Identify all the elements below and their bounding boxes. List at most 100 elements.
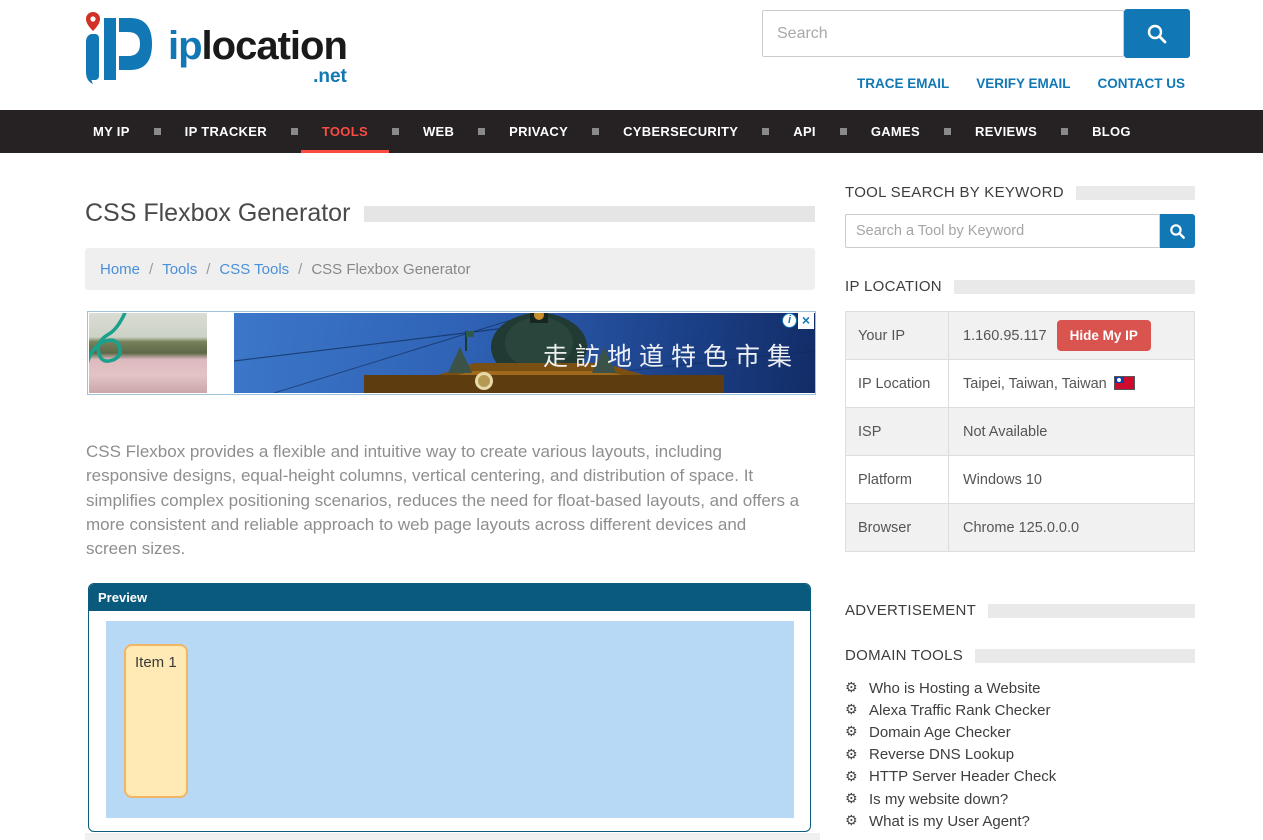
table-row: Platform Windows 10 bbox=[846, 456, 1195, 504]
table-row: Your IP1.160.95.117Hide My IP bbox=[846, 312, 1195, 360]
header-link-trace-email[interactable]: TRACE EMAIL bbox=[857, 76, 949, 91]
tool-search bbox=[845, 214, 1195, 248]
domain-tool-label: Domain Age Checker bbox=[869, 724, 1011, 741]
tool-search-button[interactable] bbox=[1160, 214, 1195, 248]
logo-ip-icon bbox=[78, 10, 164, 88]
breadcrumb-current: CSS Flexbox Generator bbox=[311, 261, 470, 278]
ad-icons: i × bbox=[782, 313, 814, 329]
domain-tool-label: Who is Hosting a Website bbox=[869, 680, 1040, 697]
nav-item-games[interactable]: GAMES bbox=[860, 110, 931, 153]
nav-separator bbox=[944, 128, 951, 135]
nav-item-ip-tracker[interactable]: IP TRACKER bbox=[174, 110, 278, 153]
domain-tool-alexa-traffic-rank-checker[interactable]: ⚙Alexa Traffic Rank Checker bbox=[845, 699, 1195, 721]
breadcrumb-link-home[interactable]: Home bbox=[100, 261, 140, 278]
domain-tool-label: Reverse DNS Lookup bbox=[869, 746, 1014, 763]
ad-image-right[interactable]: 走訪地道特色市集 bbox=[234, 313, 815, 393]
ip-row-label: Browser bbox=[846, 504, 949, 552]
nav-item-blog[interactable]: BLOG bbox=[1081, 110, 1142, 153]
ip-value-text: Taipei, Taiwan, Taiwan bbox=[963, 376, 1107, 392]
domain-tool-domain-age-checker[interactable]: ⚙Domain Age Checker bbox=[845, 721, 1195, 743]
nav-separator bbox=[291, 128, 298, 135]
ip-value-text: Windows 10 bbox=[963, 472, 1042, 488]
ip-value-text: Not Available bbox=[963, 424, 1047, 440]
breadcrumb-separator: / bbox=[149, 261, 153, 278]
logo-text-ip: ip bbox=[168, 24, 202, 68]
main-nav: MY IP IP TRACKER TOOLS WEB PRIVACY CYBERSECUR… bbox=[0, 110, 1263, 153]
logo-text-location: location bbox=[202, 24, 347, 68]
nav-separator bbox=[840, 128, 847, 135]
header-search bbox=[762, 10, 1190, 58]
ip-row-value: Chrome 125.0.0.0 bbox=[949, 504, 1195, 552]
ip-value-text: Chrome 125.0.0.0 bbox=[963, 520, 1079, 536]
ip-row-label: Platform bbox=[846, 456, 949, 504]
header-link-verify-email[interactable]: VERIFY EMAIL bbox=[976, 76, 1070, 91]
nav-item-api[interactable]: API bbox=[782, 110, 827, 153]
domain-tool-is-my-website-down[interactable]: ⚙Is my website down? bbox=[845, 788, 1195, 810]
header-search-input[interactable] bbox=[762, 10, 1124, 57]
nav-separator bbox=[478, 128, 485, 135]
taiwan-flag-icon bbox=[1115, 377, 1134, 389]
ad-info-icon[interactable]: i bbox=[782, 313, 797, 328]
domain-tools-list: ⚙Who is Hosting a Website⚙Alexa Traffic … bbox=[845, 677, 1195, 832]
header-search-button[interactable] bbox=[1124, 9, 1190, 58]
heading-decorative-bar bbox=[988, 604, 1195, 618]
ip-row-label: Your IP bbox=[846, 312, 949, 360]
nav-item-privacy[interactable]: PRIVACY bbox=[498, 110, 579, 153]
gear-icon: ⚙ bbox=[845, 680, 869, 696]
nav-item-reviews[interactable]: REVIEWS bbox=[964, 110, 1048, 153]
header-links: TRACE EMAIL VERIFY EMAIL CONTACT US bbox=[857, 76, 1185, 91]
ad-image-left[interactable] bbox=[89, 313, 207, 393]
nav-item-cybersecurity[interactable]: CYBERSECURITY bbox=[612, 110, 749, 153]
ad-close-icon[interactable]: × bbox=[798, 313, 814, 329]
domain-tool-label: What is my User Agent? bbox=[869, 813, 1030, 830]
nav-separator bbox=[762, 128, 769, 135]
flex-item-1: Item 1 bbox=[124, 644, 188, 798]
heading-decorative-bar bbox=[954, 280, 1195, 294]
breadcrumb: Home / Tools / CSS Tools / CSS Flexbox Generat… bbox=[85, 248, 815, 290]
domain-tool-who-is-hosting-a-website[interactable]: ⚙Who is Hosting a Website bbox=[845, 677, 1195, 699]
domain-tool-http-server-header-check[interactable]: ⚙HTTP Server Header Check bbox=[845, 766, 1195, 788]
gear-icon: ⚙ bbox=[845, 791, 869, 807]
nav-separator bbox=[1061, 128, 1068, 135]
header-link-contact-us[interactable]: CONTACT US bbox=[1098, 76, 1186, 91]
hide-my-ip-button[interactable]: Hide My IP bbox=[1057, 320, 1151, 351]
breadcrumb-link-tools[interactable]: Tools bbox=[162, 261, 197, 278]
gear-icon: ⚙ bbox=[845, 813, 869, 829]
heading-domain-tools: DOMAIN TOOLS bbox=[845, 647, 1195, 664]
nav-separator bbox=[392, 128, 399, 135]
heading-domain-tools-label: DOMAIN TOOLS bbox=[845, 647, 963, 664]
breadcrumb-separator: / bbox=[298, 261, 302, 278]
gear-icon: ⚙ bbox=[845, 702, 869, 718]
ad-placeholder-strip bbox=[85, 833, 820, 840]
search-icon bbox=[1169, 223, 1186, 240]
table-row: ISP Not Available bbox=[846, 408, 1195, 456]
breadcrumb-link-css-tools[interactable]: CSS Tools bbox=[219, 261, 289, 278]
domain-tool-label: Is my website down? bbox=[869, 791, 1008, 808]
domain-tool-reverse-dns-lookup[interactable]: ⚙Reverse DNS Lookup bbox=[845, 744, 1195, 766]
ip-row-value: Windows 10 bbox=[949, 456, 1195, 504]
ad-overlay-text: 走訪地道特色市集 bbox=[543, 337, 799, 373]
title-row: CSS Flexbox Generator bbox=[85, 199, 815, 228]
ip-row-label: ISP bbox=[846, 408, 949, 456]
nav-item-my-ip[interactable]: MY IP bbox=[82, 110, 141, 153]
preview-panel: Preview Item 1 bbox=[88, 583, 811, 832]
heading-ip-location-label: IP LOCATION bbox=[845, 278, 942, 295]
domain-tool-what-is-my-user-agent[interactable]: ⚙What is my User Agent? bbox=[845, 810, 1195, 832]
domain-tool-label: HTTP Server Header Check bbox=[869, 768, 1056, 785]
title-decorative-bar bbox=[364, 206, 815, 222]
nav-separator bbox=[154, 128, 161, 135]
heading-advertisement: ADVERTISEMENT bbox=[845, 602, 1195, 619]
ip-row-label: IP Location bbox=[846, 360, 949, 408]
heading-ip-location: IP LOCATION bbox=[845, 278, 1195, 295]
table-row: Browser Chrome 125.0.0.0 bbox=[846, 504, 1195, 552]
heading-decorative-bar bbox=[1076, 186, 1195, 200]
site-logo[interactable]: iplocation .net bbox=[78, 10, 347, 88]
tool-search-input[interactable] bbox=[845, 214, 1160, 248]
breadcrumb-separator: / bbox=[206, 261, 210, 278]
nav-item-tools[interactable]: TOOLS bbox=[311, 110, 379, 153]
nav-item-web[interactable]: WEB bbox=[412, 110, 465, 153]
heading-advertisement-label: ADVERTISEMENT bbox=[845, 602, 976, 619]
ip-location-table: Your IP1.160.95.117Hide My IPIP Location… bbox=[845, 311, 1195, 552]
logo-wordmark: iplocation .net bbox=[168, 24, 347, 68]
ip-row-value: 1.160.95.117Hide My IP bbox=[949, 312, 1195, 360]
